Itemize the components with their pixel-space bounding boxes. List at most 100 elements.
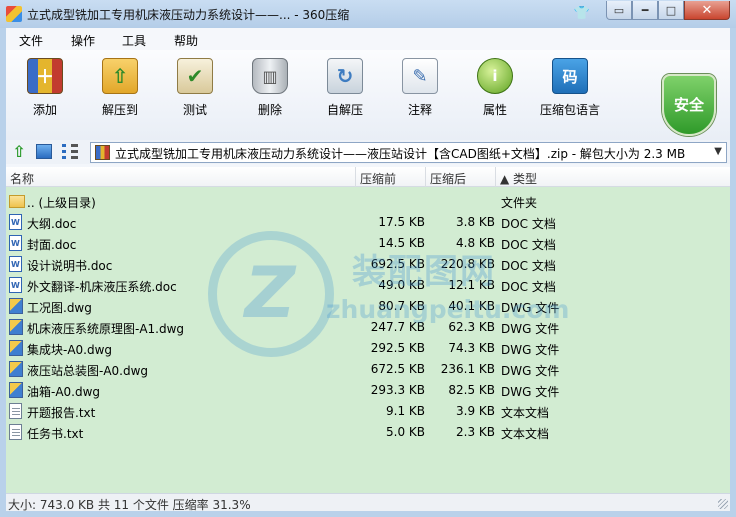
file-packed-size: 3.8 KB bbox=[456, 215, 495, 229]
archive-icon bbox=[95, 145, 110, 160]
dwg-file-icon bbox=[9, 319, 23, 335]
menu-operation[interactable]: 操作 bbox=[71, 32, 95, 49]
file-size: 293.3 KB bbox=[370, 383, 425, 397]
comment-button[interactable]: ✎ 注释 bbox=[385, 54, 455, 138]
language-label: 压缩包语言 bbox=[539, 103, 600, 117]
file-size: 692.5 KB bbox=[370, 257, 425, 271]
file-type: DOC 文档 bbox=[501, 238, 556, 252]
extract-button[interactable]: ⇧ 解压到 bbox=[85, 54, 155, 138]
file-size: 247.7 KB bbox=[370, 320, 425, 334]
test-icon: ✔ bbox=[177, 58, 213, 94]
table-row[interactable]: 开题报告.txt 9.1 KB 3.9 KB 文本文档 bbox=[6, 401, 730, 422]
file-size: 9.1 KB bbox=[386, 404, 425, 418]
table-row[interactable]: 外文翻译-机床液压系统.doc 49.0 KB 12.1 KB DOC 文档 bbox=[6, 275, 730, 296]
doc-file-icon bbox=[9, 235, 22, 251]
language-button[interactable]: 码 压缩包语言 bbox=[535, 54, 605, 138]
resize-grip[interactable] bbox=[718, 499, 728, 509]
file-list: 名称 压缩前 压缩后 ▲ 类型 .. (上级目录) 文件夹大纲.doc 17.5 K… bbox=[6, 167, 730, 493]
toolbar: ＋ 添加 ⇧ 解压到 ✔ 测试 ▥ 删除 ↻ 自解压 ✎ 注释 i 属性 码 压 bbox=[6, 50, 730, 140]
file-type: DWG 文件 bbox=[501, 343, 560, 357]
column-packed[interactable]: 压缩后 bbox=[430, 170, 466, 187]
skin-shirt-icon[interactable]: 👕 bbox=[572, 4, 592, 22]
path-text: 立式成型铣加工专用机床液压动力系统设计——液压站设计【含CAD图纸+文档】.zi… bbox=[115, 147, 686, 161]
file-name: 集成块-A0.dwg bbox=[27, 343, 113, 357]
path-dropdown[interactable]: 立式成型铣加工专用机床液压动力系统设计——液压站设计【含CAD图纸+文档】.zi… bbox=[90, 142, 727, 163]
file-size: 80.7 KB bbox=[378, 299, 425, 313]
details-view-icon[interactable] bbox=[62, 144, 78, 159]
chevron-down-icon[interactable]: ▼ bbox=[714, 146, 722, 157]
menu-file[interactable]: 文件 bbox=[19, 32, 43, 49]
file-packed-size: 3.9 KB bbox=[456, 404, 495, 418]
properties-button[interactable]: i 属性 bbox=[460, 54, 530, 138]
menu-help[interactable]: 帮助 bbox=[174, 32, 198, 49]
file-name: 机床液压系统原理图-A1.dwg bbox=[27, 322, 185, 336]
properties-label: 属性 bbox=[482, 103, 507, 117]
table-row[interactable]: 工况图.dwg 80.7 KB 40.1 KB DWG 文件 bbox=[6, 296, 730, 317]
table-row[interactable]: 设计说明书.doc 692.5 KB 220.8 KB DOC 文档 bbox=[6, 254, 730, 275]
file-name: 任务书.txt bbox=[27, 427, 84, 441]
file-size: 17.5 KB bbox=[378, 215, 425, 229]
close-button[interactable]: ✕ bbox=[684, 1, 730, 20]
dwg-file-icon bbox=[9, 361, 23, 377]
file-type: DOC 文档 bbox=[501, 259, 556, 273]
file-type: 文本文档 bbox=[501, 406, 550, 420]
extract-label: 解压到 bbox=[101, 103, 138, 117]
table-row[interactable]: 集成块-A0.dwg 292.5 KB 74.3 KB DWG 文件 bbox=[6, 338, 730, 359]
table-row[interactable]: .. (上级目录) 文件夹 bbox=[6, 191, 730, 212]
security-shield-button[interactable]: 安全 bbox=[662, 74, 716, 136]
file-size: 292.5 KB bbox=[370, 341, 425, 355]
doc-file-icon bbox=[9, 277, 22, 293]
window-title: 立式成型铣加工专用机床液压动力系统设计——... - 360压缩 bbox=[27, 8, 350, 22]
file-packed-size: 2.3 KB bbox=[456, 425, 495, 439]
table-row[interactable]: 油箱-A0.dwg 293.3 KB 82.5 KB DWG 文件 bbox=[6, 380, 730, 401]
properties-icon: i bbox=[477, 58, 513, 94]
file-name: 工况图.dwg bbox=[27, 301, 92, 315]
test-button[interactable]: ✔ 测试 bbox=[160, 54, 230, 138]
status-bar: 大小: 743.0 KB 共 11 个文件 压缩率 31.3% bbox=[6, 493, 730, 512]
file-type: DWG 文件 bbox=[501, 322, 560, 336]
window-menu-button[interactable]: ▭ bbox=[606, 1, 632, 20]
file-name: 外文翻译-机床液压系统.doc bbox=[27, 280, 177, 294]
dwg-file-icon bbox=[9, 298, 23, 314]
file-packed-size: 12.1 KB bbox=[448, 278, 495, 292]
language-icon: 码 bbox=[552, 58, 588, 94]
txt-file-icon bbox=[9, 403, 22, 419]
file-packed-size: 40.1 KB bbox=[448, 299, 495, 313]
table-row[interactable]: 任务书.txt 5.0 KB 2.3 KB 文本文档 bbox=[6, 422, 730, 443]
maximize-button[interactable]: □ bbox=[658, 1, 684, 20]
folder-icon bbox=[9, 195, 25, 208]
file-size: 14.5 KB bbox=[378, 236, 425, 250]
minimize-button[interactable]: ━ bbox=[632, 1, 658, 20]
file-packed-size: 236.1 KB bbox=[440, 362, 495, 376]
file-name: 设计说明书.doc bbox=[27, 259, 113, 273]
sfx-button[interactable]: ↻ 自解压 bbox=[310, 54, 380, 138]
up-arrow-icon[interactable]: ⇧ bbox=[10, 143, 28, 161]
list-header: 名称 压缩前 压缩后 ▲ 类型 bbox=[6, 167, 730, 187]
title-bar: 立式成型铣加工专用机床液压动力系统设计——... - 360压缩 👕 ▭ ━ □… bbox=[0, 0, 736, 28]
add-button[interactable]: ＋ 添加 bbox=[10, 54, 80, 138]
table-row[interactable]: 机床液压系统原理图-A1.dwg 247.7 KB 62.3 KB DWG 文件 bbox=[6, 317, 730, 338]
delete-button[interactable]: ▥ 删除 bbox=[235, 54, 305, 138]
column-name[interactable]: 名称 bbox=[10, 170, 34, 187]
file-type: DWG 文件 bbox=[501, 364, 560, 378]
status-text: 大小: 743.0 KB 共 11 个文件 压缩率 31.3% bbox=[8, 498, 251, 512]
delete-icon: ▥ bbox=[252, 58, 288, 94]
dwg-file-icon bbox=[9, 382, 23, 398]
column-size[interactable]: 压缩前 bbox=[360, 170, 396, 187]
app-icon bbox=[6, 6, 22, 22]
comment-icon: ✎ bbox=[402, 58, 438, 94]
delete-label: 删除 bbox=[257, 103, 282, 117]
menu-bar: 文件 操作 工具 帮助 bbox=[6, 28, 730, 50]
table-row[interactable]: 液压站总装图-A0.dwg 672.5 KB 236.1 KB DWG 文件 bbox=[6, 359, 730, 380]
test-label: 测试 bbox=[182, 103, 207, 117]
thumbnail-view-icon[interactable] bbox=[36, 144, 52, 159]
table-row[interactable]: 大纲.doc 17.5 KB 3.8 KB DOC 文档 bbox=[6, 212, 730, 233]
extract-icon: ⇧ bbox=[102, 58, 138, 94]
txt-file-icon bbox=[9, 424, 22, 440]
file-size: 49.0 KB bbox=[378, 278, 425, 292]
file-packed-size: 62.3 KB bbox=[448, 320, 495, 334]
column-type[interactable]: ▲ 类型 bbox=[500, 170, 537, 187]
table-row[interactable]: 封面.doc 14.5 KB 4.8 KB DOC 文档 bbox=[6, 233, 730, 254]
file-type: 文件夹 bbox=[501, 196, 538, 210]
menu-tools[interactable]: 工具 bbox=[122, 32, 146, 49]
